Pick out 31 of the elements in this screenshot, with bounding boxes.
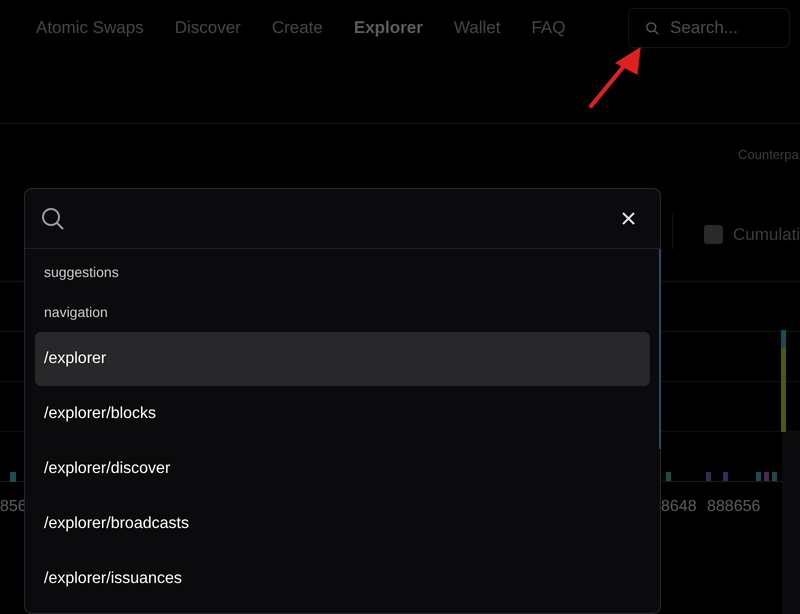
- checkbox[interactable]: [704, 225, 723, 244]
- arrow-drawing: [589, 47, 641, 108]
- axis-label: 888656: [707, 497, 760, 517]
- command-item[interactable]: /explorer/discover: [35, 442, 650, 496]
- command-item[interactable]: /explorer/blocks: [35, 387, 650, 441]
- checkbox-label: Cumulati: [733, 224, 800, 246]
- chart-bar: [772, 472, 777, 481]
- search-icon: [41, 206, 65, 230]
- search-placeholder: Search...: [670, 17, 738, 40]
- chart-bar: [666, 472, 671, 481]
- nav-link[interactable]: Explorer: [354, 15, 423, 41]
- chart-bar: [706, 472, 711, 481]
- chart-bar: [764, 472, 769, 481]
- close-icon: [622, 212, 634, 225]
- section-label: Counterpa: [738, 146, 799, 164]
- nav-link[interactable]: Wallet: [454, 15, 500, 41]
- search-field[interactable]: Search...: [628, 8, 790, 48]
- nav-link[interactable]: Discover: [174, 15, 241, 41]
- chart-bar: [756, 472, 761, 481]
- command-item[interactable]: /explorer/broadcasts: [35, 497, 650, 551]
- search-icon: [645, 20, 660, 36]
- command-item[interactable]: /explorer: [35, 332, 650, 386]
- axis-label: 8648: [661, 497, 697, 517]
- section-heading: suggestions: [43, 263, 120, 282]
- nav-link[interactable]: FAQ: [531, 15, 566, 41]
- nav-link[interactable]: Atomic Swaps: [36, 15, 144, 41]
- chart-bar: [723, 472, 728, 481]
- section-heading: navigation: [43, 303, 109, 322]
- command-item[interactable]: /explorer/issuances: [35, 552, 650, 606]
- nav-link[interactable]: Create: [272, 15, 323, 41]
- chart-bar-icon: [10, 472, 16, 482]
